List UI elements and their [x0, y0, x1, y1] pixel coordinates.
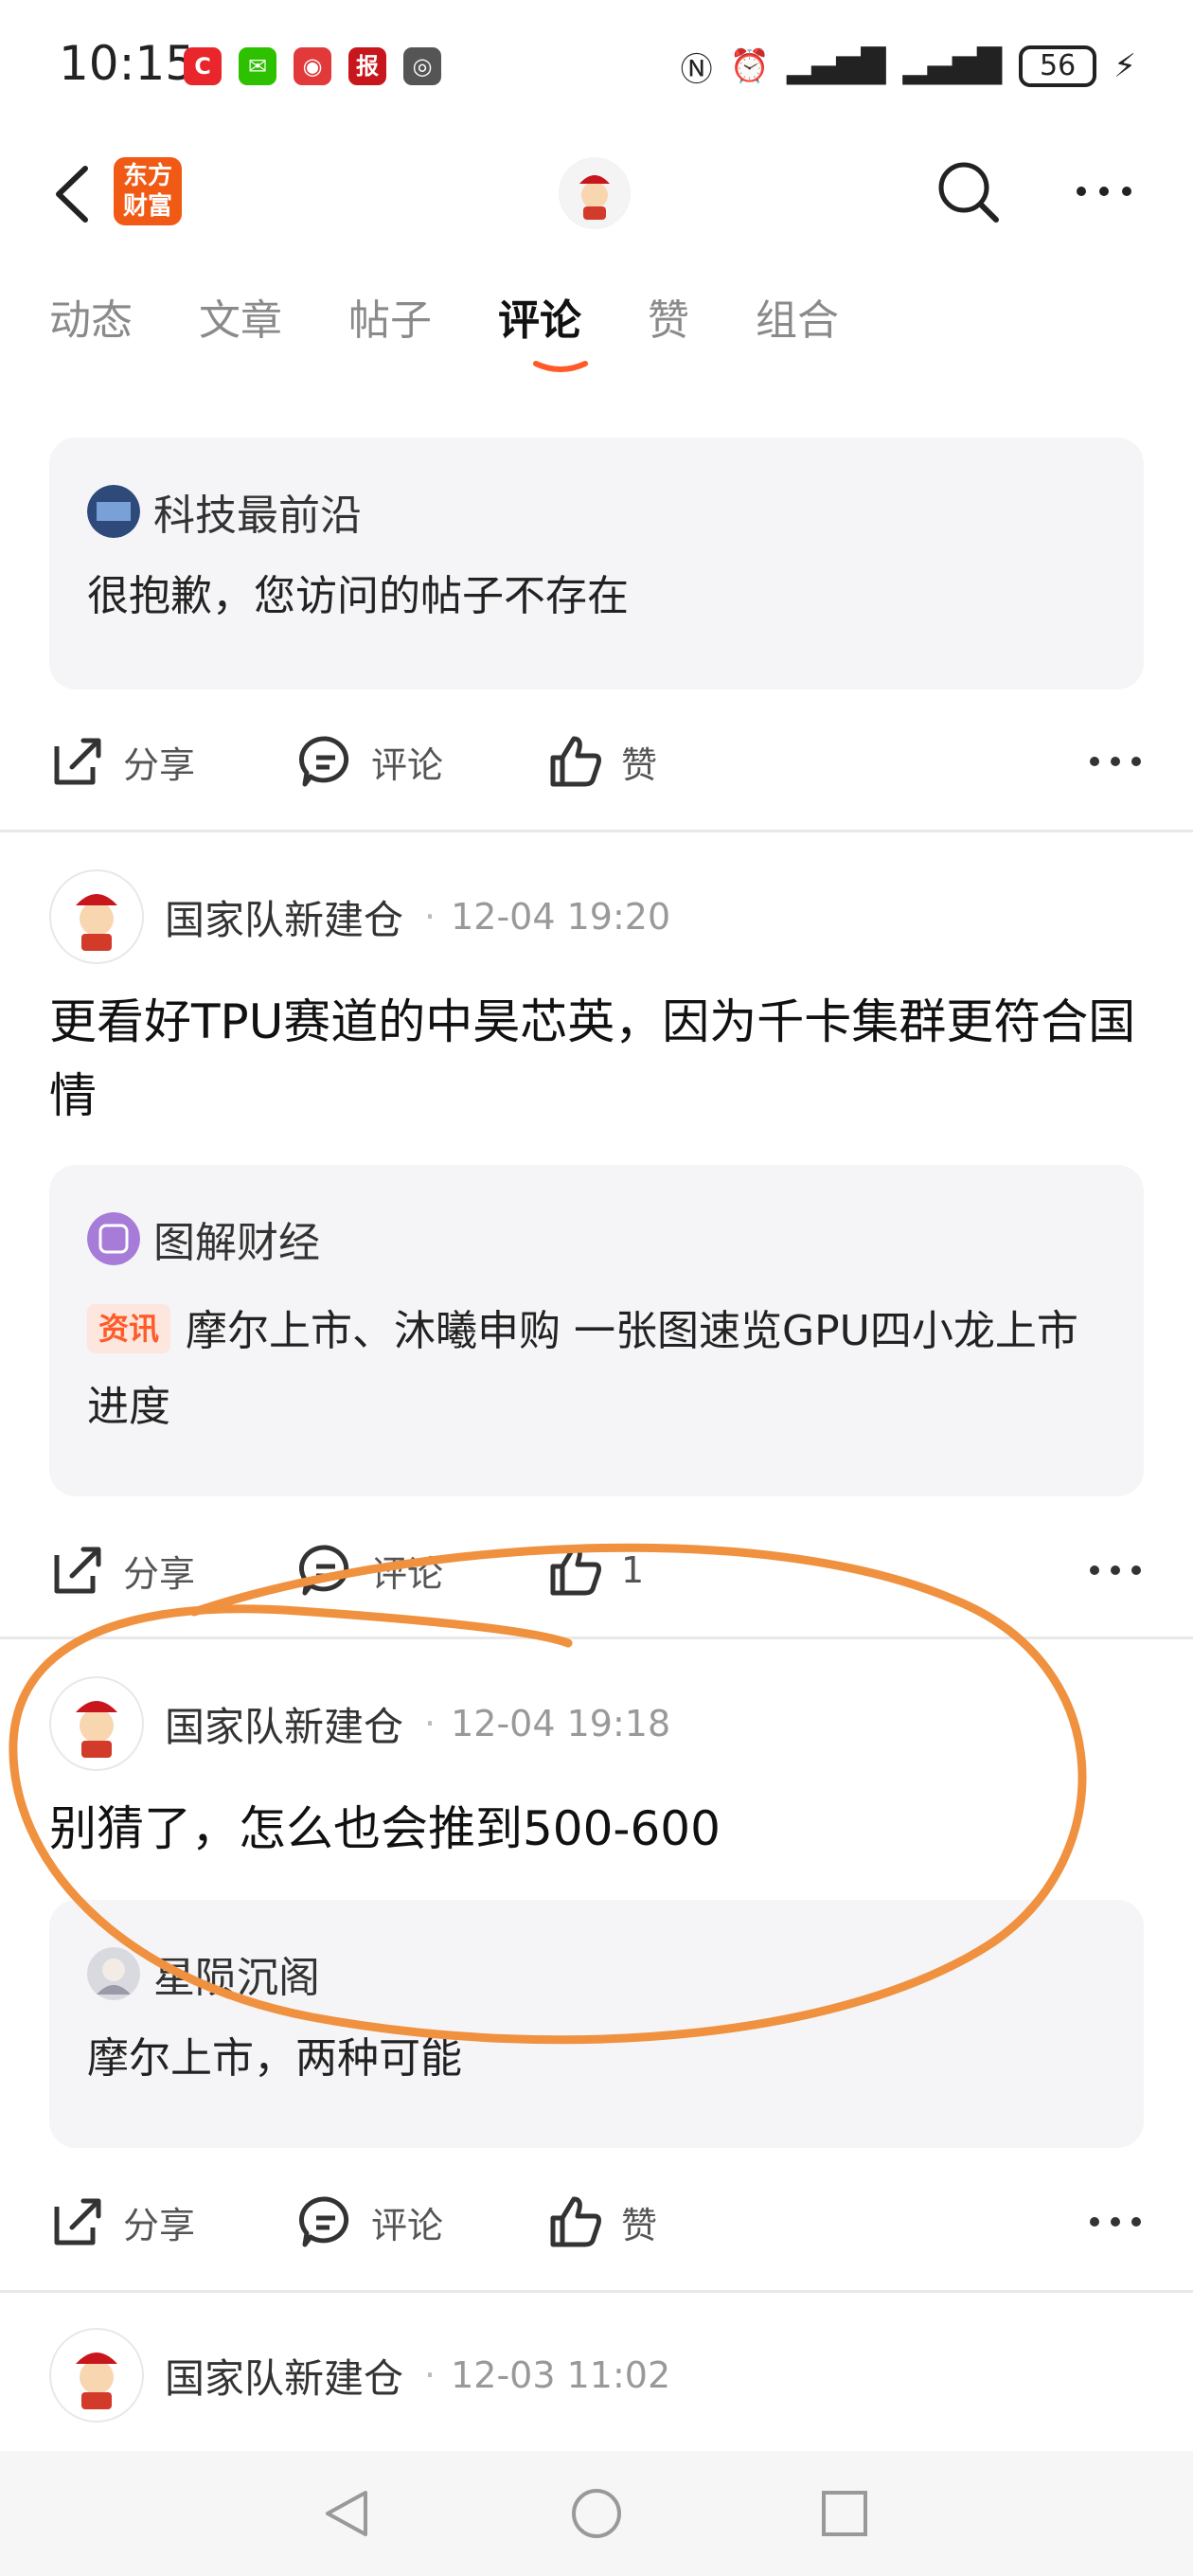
user-avatar[interactable] [49, 869, 144, 964]
back-icon[interactable] [49, 161, 97, 227]
share-label: 分享 [123, 743, 196, 786]
user-name[interactable]: 国家队新建仓 [165, 2347, 403, 2405]
post-timestamp: 12-04 19:18 [424, 1703, 670, 1744]
like-icon [550, 1545, 601, 1596]
alarm-icon: ⏰ [729, 47, 770, 85]
quoted-text: 资讯 摩尔上市、沐曦申购 一张图速览GPU四小龙上市进度 [87, 1294, 1106, 1445]
active-tab-indicator [533, 361, 588, 372]
more-options-icon[interactable] [1087, 1551, 1144, 1589]
share-label: 分享 [123, 1552, 196, 1595]
like-count: 1 [621, 1549, 645, 1591]
comment-icon [298, 1545, 349, 1596]
like-button[interactable]: 赞 [547, 2184, 657, 2260]
quoted-author-avatar [87, 1212, 140, 1265]
post-actions: 分享 评论 赞 [49, 724, 1144, 799]
status-time: 10:15 [59, 36, 196, 91]
comment-button[interactable]: 评论 [297, 2184, 443, 2260]
quoted-author: 星陨沉阁 [87, 1943, 320, 2004]
comment-label: 评论 [371, 743, 444, 786]
nav-home-icon[interactable] [568, 2485, 625, 2542]
comment-icon [298, 2196, 349, 2247]
nav-recents-icon[interactable] [816, 2485, 873, 2542]
tab-comments[interactable]: 评论 [498, 286, 581, 347]
post-header: 国家队新建仓 12-04 19:20 [49, 869, 670, 964]
search-icon[interactable] [935, 159, 1002, 225]
like-button[interactable]: 赞 [547, 724, 657, 799]
share-icon [54, 738, 101, 785]
quoted-author-name: 图解财经 [153, 1219, 320, 1267]
signal-icon-2: ▂▄▆█ [902, 47, 1003, 85]
divider [0, 1637, 1193, 1639]
share-icon [54, 2198, 101, 2245]
system-icons: Ⓝ ⏰ ▂▄▆█ ▂▄▆█ 56 ⚡ [681, 44, 1136, 89]
top-app-bar: 东方财富 [0, 133, 1193, 256]
game-notification-icon: ◎ [403, 47, 441, 85]
newspaper-notification-icon: 报 [348, 47, 386, 85]
app-c-notification-icon: C [184, 47, 222, 85]
divider [0, 2290, 1193, 2293]
more-icon[interactable] [1074, 182, 1134, 201]
divider [0, 830, 1193, 832]
post-text: 别猜了，怎么也会推到500-600 [49, 1801, 721, 1856]
quoted-author-avatar [87, 485, 140, 538]
charging-icon: ⚡ [1113, 47, 1136, 85]
quoted-author-avatar [87, 1947, 140, 2000]
more-options-icon[interactable] [1087, 742, 1144, 780]
profile-tabs: 动态 文章 帖子 评论 赞 组合 [49, 286, 905, 347]
post-header: 国家队新建仓 12-04 19:18 [49, 1676, 670, 1771]
comment-icon [298, 736, 349, 787]
post-timestamp: 12-03 11:02 [424, 2354, 670, 2396]
user-avatar[interactable] [49, 2328, 144, 2423]
tab-likes[interactable]: 赞 [648, 286, 689, 347]
more-options-icon[interactable] [1087, 2203, 1144, 2241]
status-bar: 10:15 C ✉ ◉ 报 ◎ Ⓝ ⏰ ▂▄▆█ ▂▄▆█ 56 ⚡ [0, 0, 1193, 133]
quoted-text: 很抱歉，您访问的帖子不存在 [87, 572, 629, 620]
tab-articles[interactable]: 文章 [199, 286, 282, 347]
share-label: 分享 [123, 2204, 196, 2246]
nfc-icon: Ⓝ [680, 50, 713, 89]
quoted-author: 科技最前沿 [87, 481, 362, 542]
like-icon [550, 736, 601, 787]
profile-avatar[interactable] [559, 157, 631, 229]
post-actions: 分享 评论 1 [49, 1532, 1144, 1608]
wechat-notification-icon: ✉ [239, 47, 276, 85]
tab-portfolio[interactable]: 组合 [756, 286, 839, 347]
like-label: 赞 [621, 743, 658, 786]
battery-icon: 56 [1019, 45, 1097, 87]
comment-button[interactable]: 评论 [297, 1532, 443, 1608]
quoted-title: 摩尔上市、沐曦申购 一张图速览GPU四小龙上市进度 [87, 1307, 1078, 1431]
share-button[interactable]: 分享 [49, 724, 195, 799]
post-timestamp: 12-04 19:20 [424, 896, 670, 938]
quoted-post-card[interactable]: 星陨沉阁 摩尔上市，两种可能 [49, 1900, 1144, 2148]
nav-back-icon[interactable] [318, 2485, 375, 2542]
share-button[interactable]: 分享 [49, 1532, 195, 1608]
quoted-post-card[interactable]: 图解财经 资讯 摩尔上市、沐曦申购 一张图速览GPU四小龙上市进度 [49, 1165, 1144, 1496]
quoted-text: 摩尔上市，两种可能 [87, 2034, 462, 2083]
post-text: 更看好TPU赛道的中昊芯英，因为千卡集群更符合国情 [49, 994, 1136, 1123]
quoted-author-name: 科技最前沿 [153, 492, 362, 540]
comment-label: 评论 [371, 1552, 444, 1595]
user-name[interactable]: 国家队新建仓 [165, 1695, 403, 1753]
share-icon [54, 1547, 101, 1594]
tab-posts[interactable]: 帖子 [348, 286, 432, 347]
like-icon [550, 2196, 601, 2247]
comment-button[interactable]: 评论 [297, 724, 443, 799]
quoted-post-card[interactable]: 科技最前沿 很抱歉，您访问的帖子不存在 [49, 438, 1144, 689]
system-navigation-bar [0, 2451, 1193, 2576]
brand-logo: 东方财富 [114, 157, 182, 225]
news-notification-icon: ◉ [294, 47, 331, 85]
share-button[interactable]: 分享 [49, 2184, 195, 2260]
user-name[interactable]: 国家队新建仓 [165, 888, 403, 946]
post-actions: 分享 评论 赞 [49, 2184, 1144, 2260]
comment-label: 评论 [371, 2204, 444, 2246]
post-header: 国家队新建仓 12-03 11:02 [49, 2328, 670, 2423]
user-avatar[interactable] [49, 1676, 144, 1771]
news-tag: 资讯 [87, 1304, 171, 1353]
signal-icon: ▂▄▆█ [786, 47, 886, 85]
like-button[interactable]: 1 [547, 1532, 644, 1608]
like-label: 赞 [621, 2204, 658, 2246]
tab-dynamics[interactable]: 动态 [49, 286, 133, 347]
quoted-author: 图解财经 [87, 1208, 320, 1269]
quoted-author-name: 星陨沉阁 [153, 1954, 320, 2002]
